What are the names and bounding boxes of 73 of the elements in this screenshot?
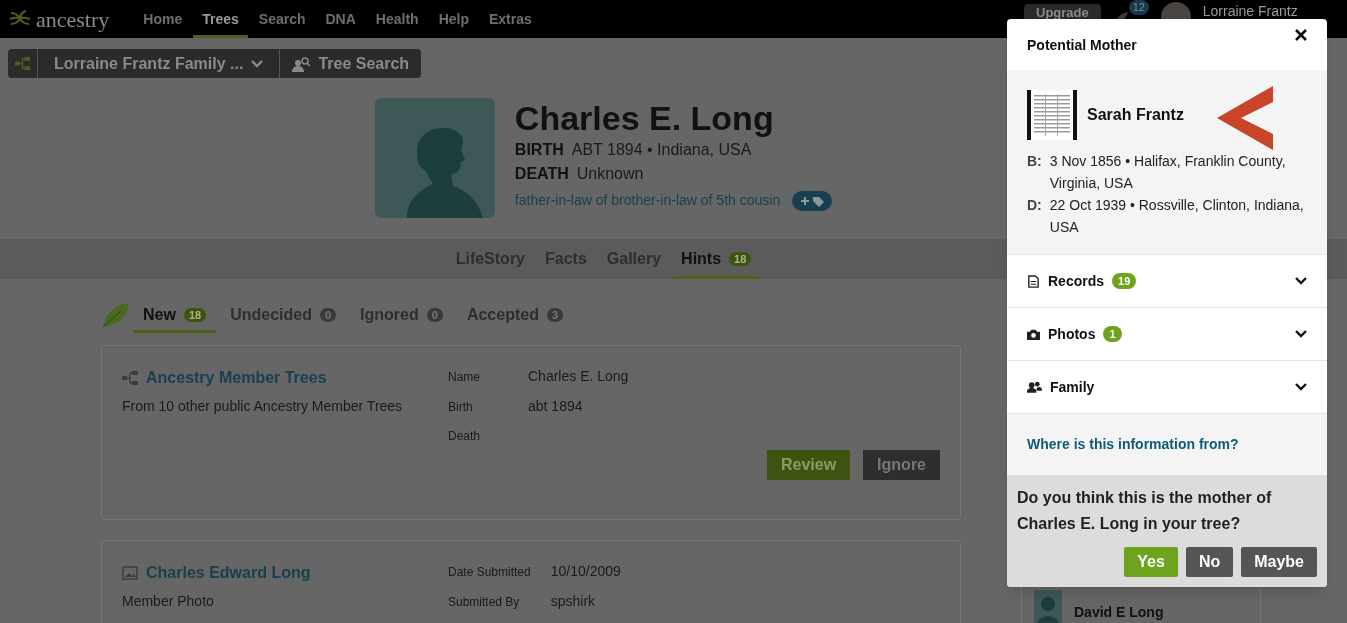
section-label: Family: [1050, 377, 1095, 397]
nav-link[interactable]: Health: [366, 0, 428, 38]
chevron-icon: [251, 59, 264, 68]
camera-icon: [1027, 327, 1040, 341]
document-icon: [1027, 274, 1040, 288]
nav-link[interactable]: Help: [429, 0, 478, 38]
accordion-row[interactable]: Photos 1: [1007, 307, 1327, 360]
chevron-icon[interactable]: [1295, 277, 1307, 285]
chevron-icon: [1217, 86, 1273, 150]
count-badge: 18: [183, 308, 207, 322]
nav-link[interactable]: Search: [249, 0, 315, 38]
tree-search-button[interactable]: Tree Search: [280, 49, 422, 78]
field-label: Submitted By: [448, 593, 521, 611]
death-label: D:: [1027, 196, 1042, 215]
field-value: Charles E. Long: [528, 367, 629, 386]
field-label: Death: [448, 428, 482, 445]
hint-tab[interactable]: Ignored 0: [350, 297, 453, 333]
count-badge: 1: [1103, 326, 1122, 342]
count-badge: 19: [1112, 273, 1137, 289]
ignore-button[interactable]: Ignore: [863, 450, 940, 480]
field-label: Name: [448, 368, 481, 386]
image-icon: [122, 566, 138, 580]
answer-button[interactable]: Maybe: [1241, 547, 1317, 577]
birth-label: BIRTH: [514, 140, 564, 160]
hint-tab[interactable]: Undecided 0: [220, 297, 347, 333]
hint-tab[interactable]: Accepted 3: [456, 297, 574, 333]
nav-link[interactable]: Home: [134, 0, 192, 38]
birth-label: B:: [1027, 152, 1042, 171]
dialog-title: Potential Mother: [1027, 36, 1137, 55]
answer-button[interactable]: Yes: [1124, 547, 1178, 577]
chevron-icon[interactable]: [1295, 330, 1307, 338]
birth-info: 3 Nov 1856 • Halifax, Franklin County, Virginia, USA: [1049, 152, 1287, 193]
death-info: Unknown: [576, 164, 644, 184]
field-value: abt 1894: [528, 397, 584, 416]
answer-button[interactable]: No: [1185, 547, 1234, 577]
logo[interactable]: ancestry: [8, 2, 110, 36]
count-badge: 18: [729, 252, 752, 266]
profile-tab[interactable]: Hints 18: [673, 239, 760, 279]
death-info: 22 Oct 1939 • Rossville, Clinton, Indiana, USA: [1049, 196, 1305, 237]
section-label: Photos: [1048, 324, 1096, 344]
section-label: Records: [1048, 271, 1105, 291]
close-icon[interactable]: [1295, 29, 1307, 41]
count-badge: 0: [426, 308, 443, 322]
user-name[interactable]: Lorraine Frantz: [1202, 4, 1298, 18]
people-icon: [1027, 381, 1042, 393]
field-label: Birth: [448, 398, 474, 416]
field-value: 10/10/2009: [550, 562, 621, 581]
count-badge: 0: [319, 308, 337, 322]
hint-tab[interactable]: New 18: [133, 297, 217, 333]
hint-source: From 10 other public Ancestry Member Trees: [122, 397, 404, 416]
add-tag-button[interactable]: [792, 190, 833, 211]
search-icon: [292, 55, 311, 72]
nav-link[interactable]: DNA: [316, 0, 365, 38]
nav-link[interactable]: Trees: [193, 0, 248, 38]
chevron-icon[interactable]: [1295, 383, 1307, 391]
review-button[interactable]: Review: [766, 450, 851, 480]
question-text: Do you think this is the mother of Charles E. Long in your tree?: [1017, 488, 1273, 534]
person-name: David E Long: [1074, 603, 1164, 622]
notification-badge: 12: [1128, 0, 1149, 15]
record-thumbnail: [1027, 90, 1077, 140]
birth-info: ABT 1894 • Indiana, USA: [571, 140, 752, 160]
count-badge: 3: [546, 308, 564, 322]
death-label: DEATH: [514, 164, 569, 184]
hint-source: Member Photo: [122, 592, 215, 611]
field-label: Date Submitted: [448, 563, 531, 581]
tree-icon: [122, 371, 138, 385]
field-value: spshirk: [550, 592, 597, 611]
tree-dropdown[interactable]: Lorraine Frantz Family ...: [38, 49, 281, 78]
person-name: Charles E. Long: [514, 98, 775, 138]
person-name: Sarah Frantz: [1087, 105, 1184, 125]
accordion-row[interactable]: Records 19: [1007, 254, 1327, 307]
nav-link[interactable]: Extras: [480, 0, 541, 38]
person-silhouette: [1034, 590, 1062, 623]
